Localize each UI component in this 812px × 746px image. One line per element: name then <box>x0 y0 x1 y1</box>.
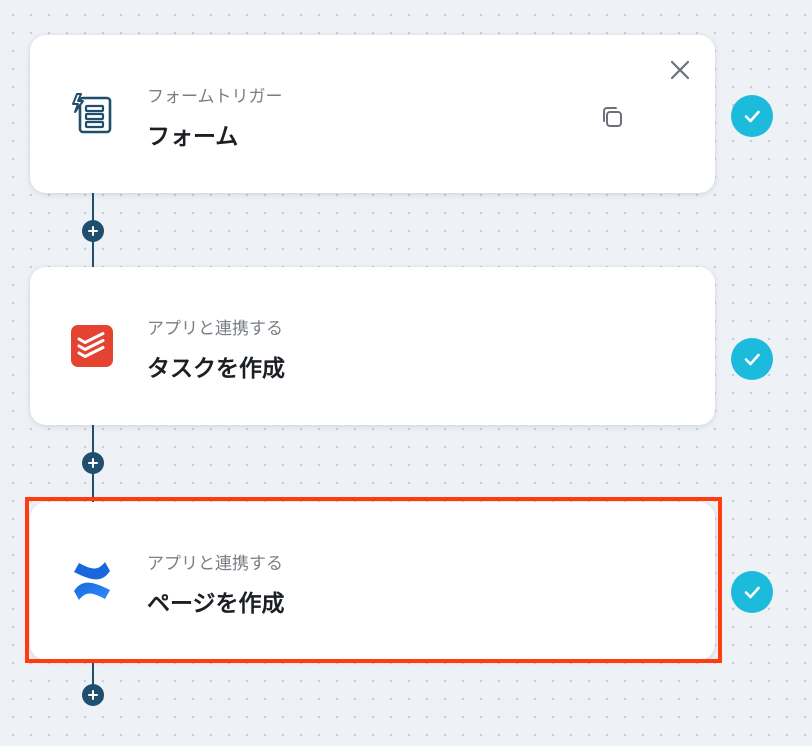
plus-icon <box>88 690 98 700</box>
close-icon <box>670 60 690 80</box>
step-complete-check-icon <box>731 571 773 613</box>
step-title: ページを作成 <box>147 591 285 617</box>
todoist-icon <box>68 322 116 370</box>
confluence-icon <box>68 557 116 605</box>
flow-step-card-create-task[interactable]: アプリと連携する タスクを作成 <box>30 267 715 425</box>
step-title: タスクを作成 <box>147 356 285 382</box>
plus-icon <box>88 458 98 468</box>
step-complete-check-icon <box>731 95 773 137</box>
flow-step-card-form-trigger[interactable]: フォームトリガー フォーム <box>30 35 715 193</box>
add-step-button[interactable] <box>82 684 104 706</box>
step-type-label: アプリと連携する <box>147 319 283 339</box>
flow-step-card-create-page[interactable]: アプリと連携する ページを作成 <box>30 502 715 660</box>
step-type-label: アプリと連携する <box>147 554 283 574</box>
copy-step-button[interactable] <box>596 101 628 133</box>
step-title: フォーム <box>147 124 239 150</box>
copy-icon <box>603 107 622 127</box>
plus-icon <box>88 226 98 236</box>
step-complete-check-icon <box>731 338 773 380</box>
close-step-button[interactable] <box>665 55 695 85</box>
form-trigger-icon <box>68 90 116 138</box>
step-type-label: フォームトリガー <box>147 87 283 107</box>
add-step-button[interactable] <box>82 452 104 474</box>
add-step-button[interactable] <box>82 220 104 242</box>
